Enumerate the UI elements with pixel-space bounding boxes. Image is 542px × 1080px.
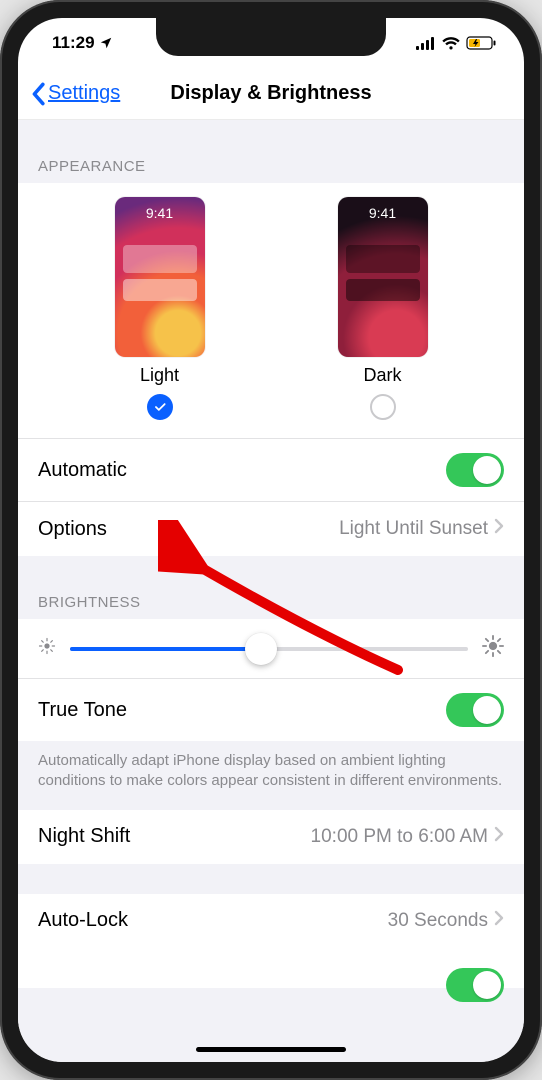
- automatic-label: Automatic: [38, 459, 127, 482]
- night-shift-row[interactable]: Night Shift 10:00 PM to 6:00 AM: [18, 810, 524, 864]
- home-indicator[interactable]: [196, 1047, 346, 1052]
- wifi-icon: [442, 37, 460, 50]
- sun-small-icon: [38, 637, 56, 660]
- dark-radio[interactable]: [370, 394, 396, 420]
- appearance-picker: 9:41 Light 9:41: [18, 183, 524, 439]
- brightness-thumb[interactable]: [245, 633, 277, 665]
- notch: [156, 18, 386, 56]
- phone-frame: 11:29: [0, 0, 542, 1080]
- cellular-signal-icon: [416, 37, 436, 50]
- dark-label: Dark: [363, 365, 401, 386]
- sun-large-icon: [482, 635, 504, 662]
- section-header-brightness: BRIGHTNESS: [18, 556, 524, 619]
- back-button[interactable]: Settings: [30, 82, 120, 106]
- night-shift-label: Night Shift: [38, 825, 130, 848]
- true-tone-footer: Automatically adapt iPhone display based…: [18, 741, 524, 810]
- chevron-right-icon: [494, 910, 504, 932]
- location-icon: [99, 36, 113, 50]
- brightness-fill: [70, 647, 261, 651]
- section-header-appearance: APPEARANCE: [18, 120, 524, 183]
- chevron-right-icon: [494, 518, 504, 540]
- appearance-option-light[interactable]: 9:41 Light: [115, 197, 205, 420]
- chevron-right-icon: [494, 826, 504, 848]
- automatic-toggle[interactable]: [446, 453, 504, 487]
- night-shift-value: 10:00 PM to 6:00 AM: [311, 826, 488, 848]
- auto-lock-label: Auto-Lock: [38, 909, 128, 932]
- options-row[interactable]: Options Light Until Sunset: [18, 502, 524, 556]
- dark-preview: 9:41: [338, 197, 428, 357]
- nav-bar: Settings Display & Brightness: [18, 68, 524, 120]
- true-tone-row: True Tone: [18, 679, 524, 741]
- chevron-left-icon: [30, 82, 46, 106]
- page-title: Display & Brightness: [170, 82, 371, 105]
- light-label: Light: [140, 365, 179, 386]
- status-time: 11:29: [52, 33, 95, 53]
- options-label: Options: [38, 518, 107, 541]
- true-tone-label: True Tone: [38, 699, 127, 722]
- screen: 11:29: [18, 18, 524, 1062]
- light-radio[interactable]: [147, 394, 173, 420]
- content-scroll[interactable]: APPEARANCE 9:41 Light: [18, 120, 524, 1062]
- auto-lock-row[interactable]: Auto-Lock 30 Seconds: [18, 894, 524, 948]
- appearance-option-dark[interactable]: 9:41 Dark: [338, 197, 428, 420]
- automatic-row: Automatic: [18, 439, 524, 502]
- brightness-slider[interactable]: [70, 647, 468, 651]
- next-toggle-peek[interactable]: [446, 968, 504, 1002]
- battery-icon: [466, 36, 496, 50]
- auto-lock-value: 30 Seconds: [388, 910, 488, 932]
- options-value: Light Until Sunset: [339, 518, 488, 540]
- true-tone-toggle[interactable]: [446, 693, 504, 727]
- brightness-slider-row: [18, 619, 524, 679]
- back-label: Settings: [48, 82, 120, 105]
- light-preview: 9:41: [115, 197, 205, 357]
